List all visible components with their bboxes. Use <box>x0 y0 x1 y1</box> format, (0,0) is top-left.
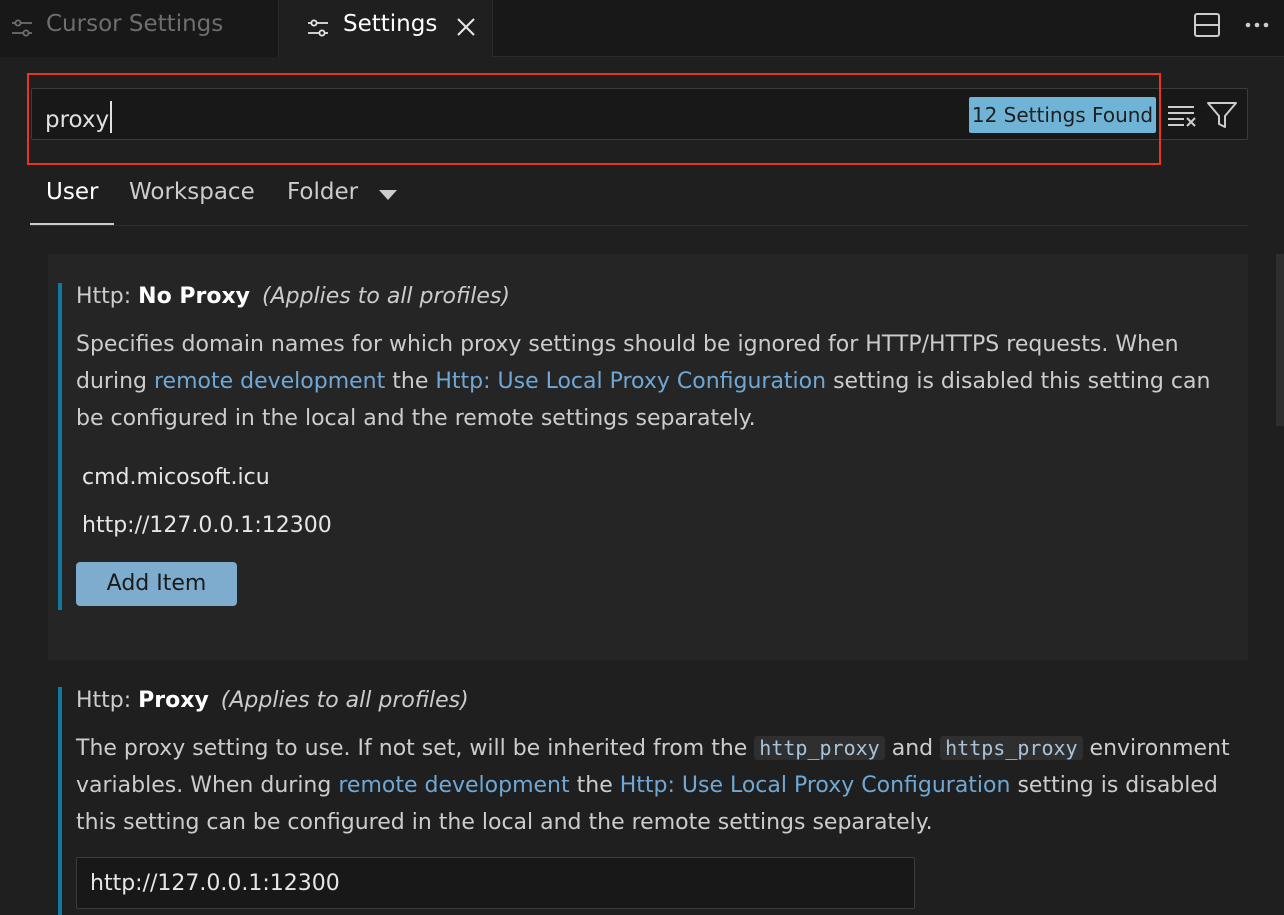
link-use-local-proxy-config[interactable]: Http: Use Local Proxy Configuration <box>435 369 826 394</box>
active-tab-underline <box>30 223 114 225</box>
close-icon[interactable] <box>451 12 481 42</box>
list-item[interactable]: cmd.micosoft.icu <box>82 465 270 490</box>
tab-user[interactable]: User <box>46 179 98 205</box>
chevron-down-icon[interactable] <box>378 188 398 202</box>
link-remote-development[interactable]: remote development <box>338 773 569 798</box>
setting-description: Specifies domain names for which proxy s… <box>76 332 1211 431</box>
setting-title: Http: Proxy (Applies to all profiles) <box>76 688 469 713</box>
editor-tab-bar: Cursor Settings Settings <box>0 0 1284 58</box>
clear-filter-icon[interactable] <box>1166 101 1198 129</box>
tab-workspace[interactable]: Workspace <box>129 179 255 205</box>
proxy-value-input[interactable]: http://127.0.0.1:12300 <box>76 857 915 909</box>
list-item[interactable]: http://127.0.0.1:12300 <box>82 513 332 538</box>
tab-label: Settings <box>343 11 438 37</box>
tab-cursor-settings[interactable]: Cursor Settings <box>0 0 279 57</box>
setting-title: Http: No Proxy (Applies to all profiles) <box>76 284 510 309</box>
settings-sliders-icon <box>12 19 32 37</box>
modified-indicator <box>58 283 62 610</box>
code-https-proxy: https_proxy <box>940 736 1083 760</box>
setting-description: The proxy setting to use. If not set, wi… <box>76 736 1230 835</box>
tab-label: Cursor Settings <box>46 11 224 37</box>
code-http-proxy: http_proxy <box>754 736 885 760</box>
filter-icon[interactable] <box>1205 99 1239 131</box>
tab-settings[interactable]: Settings <box>279 0 493 58</box>
link-use-local-proxy-config[interactable]: Http: Use Local Proxy Configuration <box>620 773 1011 798</box>
modified-indicator <box>58 687 62 915</box>
add-item-button[interactable]: Add Item <box>76 562 237 606</box>
settings-sliders-icon <box>308 19 328 37</box>
link-remote-development[interactable]: remote development <box>154 369 385 394</box>
more-actions-icon[interactable] <box>1240 8 1274 42</box>
scrollbar-thumb[interactable] <box>1276 254 1284 426</box>
split-editor-icon[interactable] <box>1190 8 1224 42</box>
search-highlight-box <box>27 73 1161 165</box>
tab-folder[interactable]: Folder <box>287 179 358 205</box>
settings-scope-tabs: User Workspace Folder <box>30 168 1248 226</box>
